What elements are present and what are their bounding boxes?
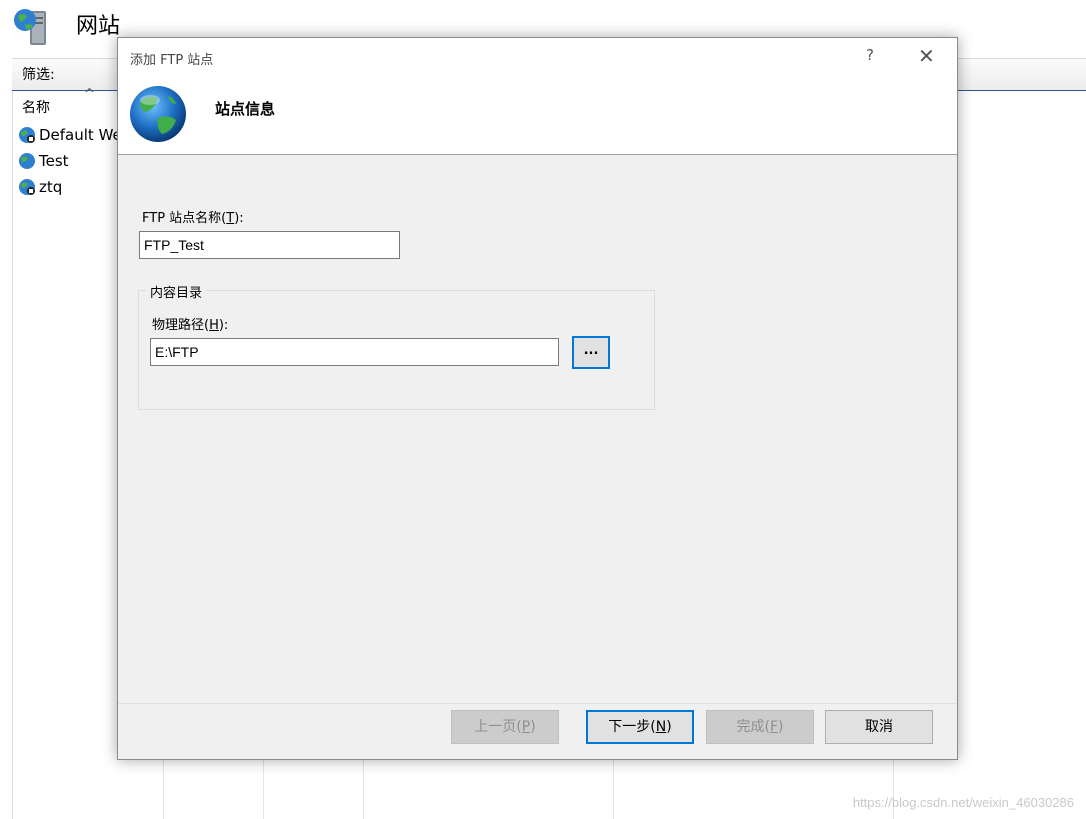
grid-divider (893, 760, 894, 819)
list-item[interactable]: Default We (18, 124, 122, 146)
content-directory-title: 内容目录 (146, 282, 207, 301)
help-icon[interactable]: ? (866, 46, 874, 64)
page-title: 网站 (76, 14, 121, 39)
next-button[interactable]: 下一步(N) (586, 710, 694, 744)
footer-divider (118, 703, 957, 704)
physical-path-input[interactable] (150, 338, 559, 366)
site-name-input[interactable] (139, 231, 400, 259)
globe-icon (19, 153, 35, 169)
globe-icon (19, 127, 35, 143)
grid-divider (163, 760, 164, 819)
wizard-banner: 站点信息 (118, 78, 957, 155)
server-globe-icon (14, 9, 46, 45)
sort-ascending-icon: ^ (84, 87, 95, 102)
list-item[interactable]: Test (18, 150, 69, 172)
grid-divider (363, 760, 364, 819)
close-icon[interactable]: ✕ (918, 44, 935, 68)
dialog-titlebar: 添加 FTP 站点 ? ✕ (118, 38, 957, 78)
dialog-title: 添加 FTP 站点 (130, 53, 214, 68)
filter-label[interactable]: 筛选: (22, 64, 55, 84)
list-item-label: Test (39, 152, 69, 170)
physical-path-label: 物理路径(H): (152, 318, 229, 333)
grid-divider (613, 760, 614, 819)
cancel-button[interactable]: 取消 (825, 710, 933, 744)
site-name-label: FTP 站点名称(T): (142, 211, 244, 226)
list-item-label: Default We (39, 126, 122, 144)
finish-button[interactable]: 完成(F) (706, 710, 814, 744)
previous-button[interactable]: 上一页(P) (451, 710, 559, 744)
column-header-name[interactable]: 名称 (22, 97, 50, 117)
browse-button[interactable]: ... (572, 336, 610, 369)
grid-divider (263, 760, 264, 819)
globe-icon (130, 86, 186, 142)
watermark: https://blog.csdn.net/weixin_46030286 (852, 795, 1074, 810)
list-item-label: ztq (39, 178, 63, 196)
list-item[interactable]: ztq (18, 176, 62, 198)
globe-icon (19, 179, 35, 195)
add-ftp-site-dialog: 添加 FTP 站点 ? ✕ 站点信息 FTP 站点名称(T): 内容目录 物理路… (117, 37, 958, 760)
banner-title: 站点信息 (215, 100, 276, 118)
